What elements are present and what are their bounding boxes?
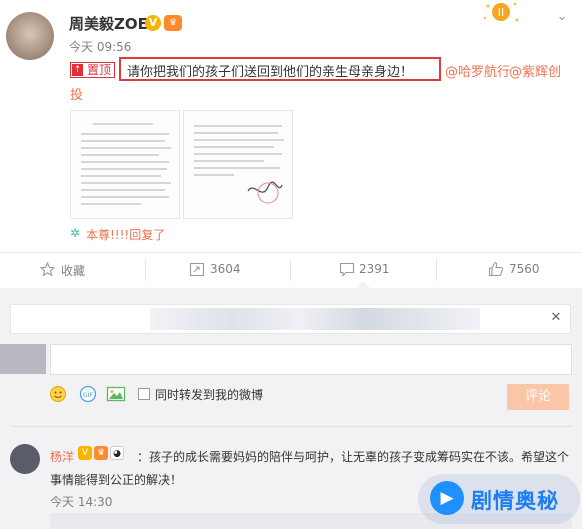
panda-emoji-icon: ◕: [110, 446, 124, 460]
divider: [436, 259, 437, 281]
comment-text: ：孩子的成长需要妈妈的陪伴与呵护，让无辜的孩子变成筹码实在不该。希望这个: [137, 450, 570, 464]
member-badge-icon: ♛: [164, 15, 182, 31]
repost-icon: [189, 262, 205, 277]
author-avatar[interactable]: [6, 12, 54, 60]
submit-comment-button[interactable]: 评论: [507, 384, 569, 410]
mention-link-1[interactable]: @哈罗航行: [445, 61, 510, 80]
pin-icon: ⇡: [72, 64, 83, 76]
sync-repost-label: 同时转发到我的微博: [155, 388, 264, 402]
gif-icon[interactable]: GIF: [78, 385, 98, 403]
verified-badge-icon: V: [78, 446, 92, 460]
comment-time: 今天 14:30: [50, 495, 113, 509]
star-icon: ✲: [70, 226, 81, 240]
comment-icon: [339, 262, 355, 277]
comment-text-cont: 事情能得到公正的解决！: [50, 473, 183, 487]
post-text: 请你把我们的孩子们送回到他们的亲生母亲身边！: [127, 65, 414, 80]
verified-badge-icon: V: [145, 15, 161, 31]
post-image-1[interactable]: [70, 110, 180, 219]
member-badge-icon: ♛: [94, 446, 108, 460]
post-time[interactable]: 今天 09:56: [69, 38, 131, 55]
commenter-name[interactable]: 杨洋: [50, 448, 74, 465]
image-icon[interactable]: [106, 385, 126, 403]
chevron-down-icon[interactable]: ⌄: [553, 10, 571, 24]
mention-link-2[interactable]: @紫辉创: [509, 61, 561, 80]
reply-note-link[interactable]: 本尊!!!!回复了: [86, 226, 165, 243]
like-icon: [488, 261, 504, 277]
watermark-text: 剧情奥秘: [471, 489, 559, 513]
svg-text:GIF: GIF: [83, 391, 94, 399]
favorite-icon: [40, 262, 55, 277]
comment-panel-pointer: [356, 281, 370, 288]
post-image-2[interactable]: [183, 110, 293, 219]
emoji-icon[interactable]: [48, 385, 68, 403]
blurred-notice: [150, 308, 480, 330]
author-name[interactable]: 周美毅ZOE: [69, 13, 148, 34]
divider: [290, 259, 291, 281]
divider: [10, 426, 572, 427]
like-button[interactable]: 7560: [509, 262, 540, 276]
divider: [145, 259, 146, 281]
comment-input[interactable]: [50, 344, 572, 375]
svg-text:II: II: [498, 6, 505, 19]
favorite-button[interactable]: 收藏: [61, 262, 85, 279]
play-icon: ▶: [430, 481, 464, 515]
mention-link-2-cont[interactable]: 投: [70, 84, 83, 103]
close-icon[interactable]: ✕: [548, 309, 564, 327]
current-user-avatar: [0, 344, 46, 374]
gemini-icon: II: [483, 2, 519, 22]
repost-button[interactable]: 3604: [210, 262, 241, 276]
commenter-avatar[interactable]: [10, 444, 40, 474]
comment-button[interactable]: 2391: [359, 262, 390, 276]
sync-repost-checkbox[interactable]: [138, 388, 150, 400]
commenter-badges: V ♛ ◕: [78, 446, 126, 460]
